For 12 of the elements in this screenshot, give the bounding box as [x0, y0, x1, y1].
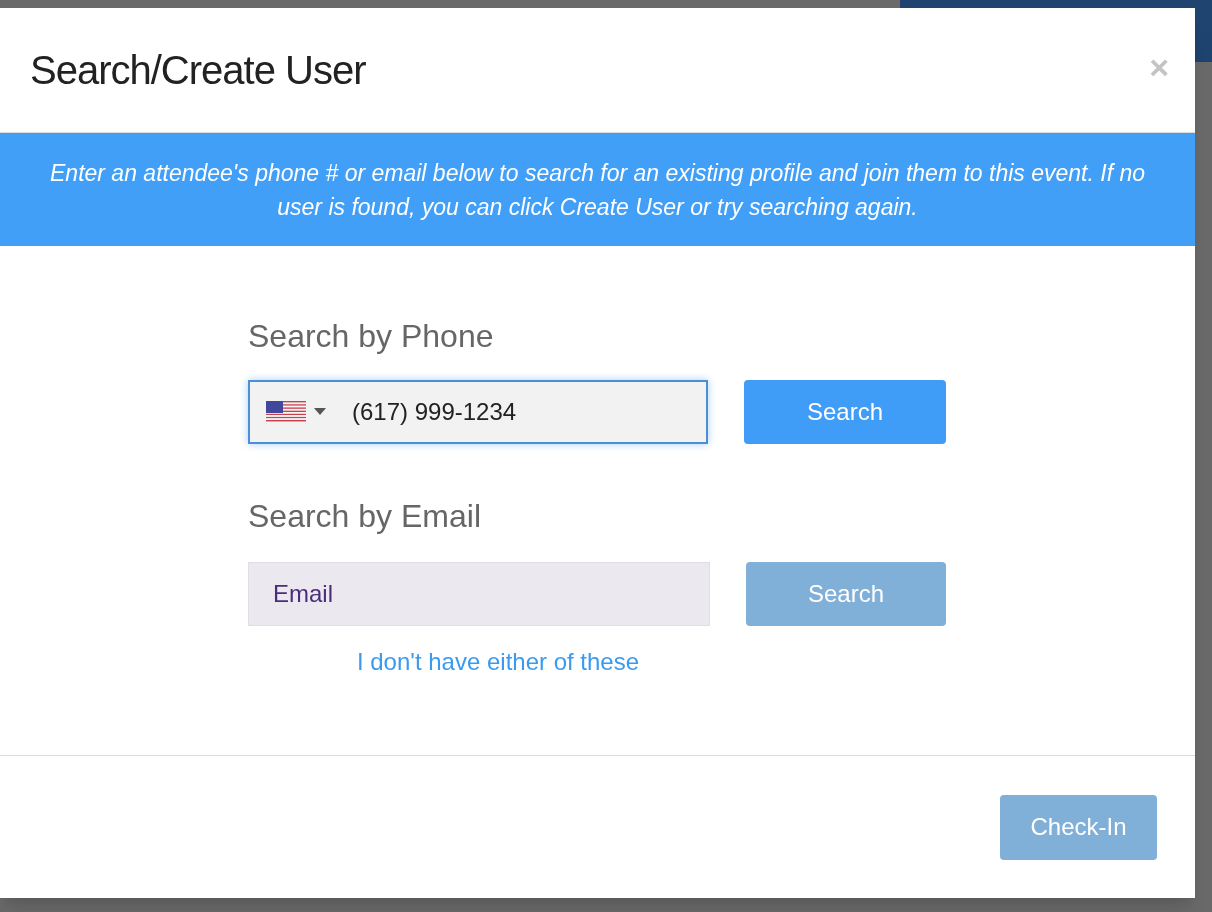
modal-title: Search/Create User — [30, 47, 366, 94]
email-field[interactable]: Email — [248, 562, 710, 626]
alt-link[interactable]: I don't have either of these — [356, 644, 640, 680]
caret-icon[interactable] — [314, 408, 326, 416]
section-label: Search by Email — [248, 500, 482, 532]
flag-icon — [266, 401, 306, 423]
section-label: Search by Phone — [248, 320, 495, 352]
search-button[interactable]: Search — [744, 380, 946, 444]
phone-field[interactable]: (617) 999-1234 — [248, 380, 708, 444]
info-banner: Enter an attendee's phone # or email below to search for an existing profile and join them to this event. If no user is found, you can click Create User or try searching again. — [0, 133, 1195, 246]
close-button[interactable]: × — [1149, 50, 1169, 84]
phone-input[interactable]: (617) 999-1234 — [352, 394, 672, 430]
